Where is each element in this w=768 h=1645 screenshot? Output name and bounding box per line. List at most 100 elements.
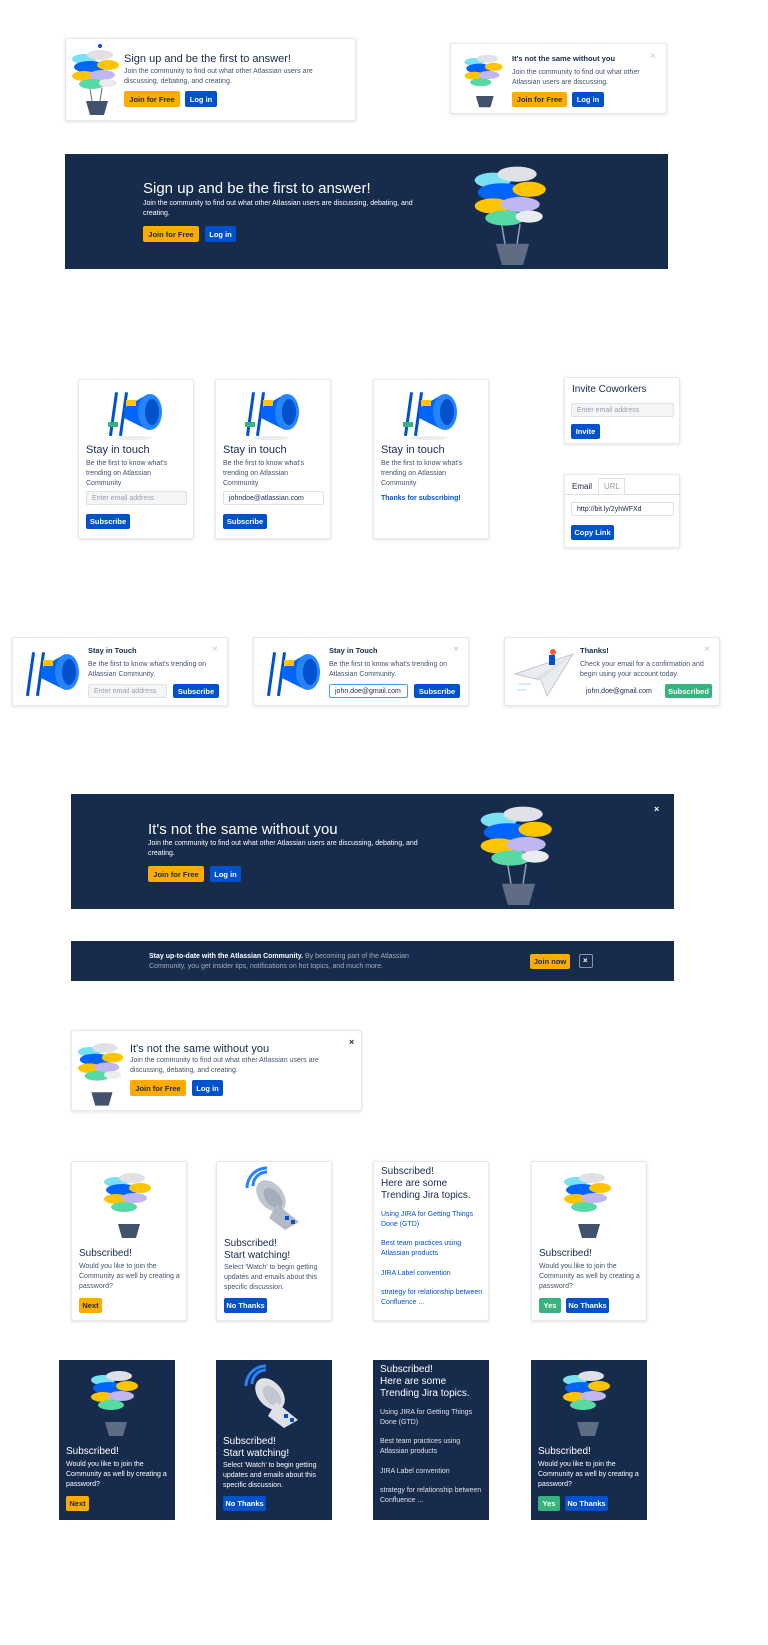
join-button[interactable]: Join for Free — [143, 226, 199, 242]
paper-plane-illustration — [513, 649, 575, 698]
no-thanks-button[interactable]: No Thanks — [565, 1496, 608, 1511]
email-input[interactable]: Enter email address — [571, 403, 674, 417]
close-icon[interactable]: × — [453, 645, 459, 655]
trending-topics-card-dark: Subscribed! Here are some Trending Jira … — [373, 1360, 489, 1520]
card-body: Join the community to find out what othe… — [130, 1057, 319, 1074]
balloon-illustration — [77, 1043, 124, 1106]
card-body: Be the first to know what's trending on … — [381, 460, 463, 487]
subscribed-card-watch-dark: Subscribed! Start watching! Select 'Watc… — [216, 1360, 332, 1520]
satellite-dish-illustration — [245, 1166, 299, 1230]
tab-url[interactable]: URL — [604, 482, 620, 491]
join-button[interactable]: Join for Free — [512, 92, 567, 107]
megaphone-illustration — [245, 392, 299, 440]
subscribed-card-next-dark: Subscribed! Would you like to join the C… — [59, 1360, 175, 1520]
login-button[interactable]: Log in — [210, 866, 241, 882]
subscribed-card-watch: Subscribed! Start watching! Select 'Watc… — [216, 1161, 332, 1321]
card-title: Stay in Touch — [88, 646, 137, 655]
close-icon[interactable]: × — [654, 804, 659, 814]
invite-title: Invite Coworkers — [572, 384, 647, 395]
bar-text: Stay up-to-date with the Atlassian Commu… — [149, 952, 439, 972]
card-title: Subscribed! — [538, 1446, 591, 1457]
topic-link-4[interactable]: strategy for relationship between Conflu… — [380, 1486, 483, 1506]
topic-link-3[interactable]: JIRA Label convention — [381, 1269, 484, 1279]
close-icon[interactable]: × — [349, 1037, 354, 1047]
card-title: Subscribed! — [539, 1248, 592, 1259]
balloon-illustration — [91, 1371, 138, 1436]
email-input[interactable]: johndoe@atlassian.com — [223, 491, 324, 505]
copy-link-button[interactable]: Copy Link — [571, 525, 614, 540]
tab-email[interactable]: Email — [572, 482, 592, 491]
card-title: Subscribed! — [66, 1446, 119, 1457]
card-title: Thanks! — [580, 646, 609, 655]
balloon-illustration — [104, 1173, 151, 1238]
close-icon[interactable]: × — [704, 645, 710, 655]
subscribe-button[interactable]: Subscribe — [86, 514, 130, 529]
no-thanks-button[interactable]: No Thanks — [566, 1298, 609, 1313]
banner-body: Join the community to find out what othe… — [143, 200, 413, 217]
stay-touch-banner-filled: Stay in Touch × Be the first to know wha… — [253, 637, 469, 706]
email-input[interactable]: Enter email address — [86, 491, 187, 505]
signup-card-small: Sign up and be the first to answer! Join… — [65, 38, 356, 121]
email-input[interactable]: Enter email address — [88, 684, 167, 698]
card-body: Would you like to join the Community as … — [66, 1461, 167, 1488]
satellite-dish-illustration — [244, 1364, 298, 1428]
join-button[interactable]: Join for Free — [148, 866, 204, 882]
trending-topics-card: Subscribed! Here are some Trending Jira … — [373, 1161, 489, 1321]
stay-updated-bar: Stay up-to-date with the Atlassian Commu… — [71, 941, 674, 981]
card-title: Sign up and be the first to answer! — [124, 53, 291, 65]
megaphone-illustration — [25, 652, 79, 697]
invite-button[interactable]: Invite — [571, 424, 600, 439]
balloon-illustration — [474, 166, 546, 265]
next-button[interactable]: Next — [66, 1496, 89, 1511]
card-title: Stay in Touch — [329, 646, 378, 655]
close-icon[interactable]: × — [212, 645, 218, 655]
tab-divider — [565, 494, 681, 495]
close-icon[interactable]: × — [583, 956, 588, 965]
not-same-banner-dark: × It's not the same without you Join the… — [71, 794, 674, 909]
join-button[interactable]: Join for Free — [124, 91, 180, 107]
card-body: Be the first to know what's trending on … — [88, 661, 207, 678]
subscribed-card-next: Subscribed! Would you like to join the C… — [71, 1161, 187, 1321]
no-thanks-button[interactable]: No Thanks — [223, 1496, 266, 1511]
topic-link-2[interactable]: Best team practices using Atlassian prod… — [381, 1239, 484, 1259]
card-body: Would you like to join the Community as … — [79, 1263, 180, 1290]
subscribed-card-yes-no-dark: Subscribed! Would you like to join the C… — [531, 1360, 647, 1520]
yes-button[interactable]: Yes — [538, 1496, 560, 1511]
login-button[interactable]: Log in — [205, 226, 236, 242]
topic-link-3[interactable]: JIRA Label convention — [380, 1467, 483, 1477]
subscribe-button[interactable]: Subscribe — [173, 684, 219, 698]
topic-link-4[interactable]: strategy for relationship between Conflu… — [381, 1288, 484, 1308]
signup-banner-dark: Sign up and be the first to answer! Join… — [65, 154, 668, 269]
stay-touch-banner-empty: Stay in Touch × Be the first to know wha… — [12, 637, 228, 706]
email-input[interactable]: john.doe@gmail.com — [329, 684, 408, 698]
subscribe-button[interactable]: Subscribe — [223, 514, 267, 529]
card-body: Select 'Watch' to begin getting updates … — [224, 1264, 318, 1291]
card-body: Would you like to join the Community as … — [539, 1263, 640, 1290]
topic-link-1[interactable]: Using JIRA for Getting Things Done (GTD) — [381, 1210, 484, 1230]
topic-link-1[interactable]: Using JIRA for Getting Things Done (GTD) — [380, 1408, 483, 1428]
banner-body: Join the community to find out what othe… — [148, 840, 418, 857]
card-body: Be the first to know what's trending on … — [223, 460, 305, 487]
email-input[interactable]: john.doe@gmail.com — [580, 684, 659, 698]
balloon-illustration — [564, 1173, 611, 1238]
card-title: Subscribed! Start watching! — [223, 1436, 290, 1459]
banner-title: It's not the same without you — [148, 821, 338, 838]
megaphone-illustration — [266, 652, 320, 697]
join-now-button[interactable]: Join now — [530, 954, 570, 969]
no-thanks-button[interactable]: No Thanks — [224, 1298, 267, 1313]
login-button[interactable]: Log in — [185, 91, 217, 107]
card-title: Subscribed! Here are some Trending Jira … — [381, 1166, 471, 1201]
topic-link-2[interactable]: Best team practices using Atlassian prod… — [380, 1437, 483, 1457]
join-button[interactable]: Join for Free — [130, 1080, 186, 1096]
next-button[interactable]: Next — [79, 1298, 102, 1313]
subscribed-button[interactable]: Subscribed — [665, 684, 712, 698]
url-field[interactable]: http://bit.ly/2yhWFXd — [571, 502, 674, 516]
subscribe-button[interactable]: Subscribe — [414, 684, 460, 698]
thanks-banner: Thanks! × Check your email for a confirm… — [504, 637, 720, 706]
yes-button[interactable]: Yes — [539, 1298, 561, 1313]
card-body: Would you like to join the Community as … — [538, 1461, 639, 1488]
login-button[interactable]: Log in — [192, 1080, 223, 1096]
close-icon[interactable]: × — [650, 52, 656, 62]
bar-text-bold: Stay up-to-date with the Atlassian Commu… — [149, 953, 304, 960]
login-button[interactable]: Log in — [572, 92, 604, 107]
